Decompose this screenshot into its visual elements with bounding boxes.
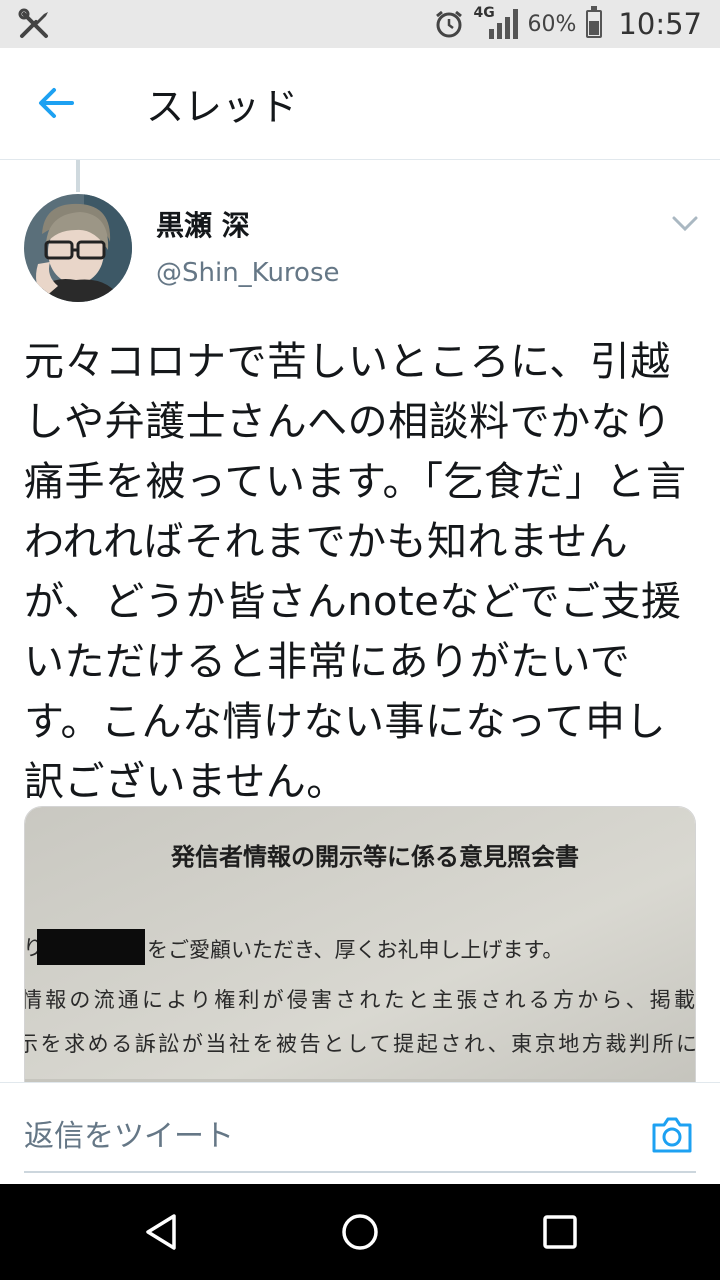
avatar[interactable] xyxy=(24,194,132,302)
tweet-media-image[interactable]: 発信者情報の開示等に係る意見照会書 り をご愛顧いただき、厚くお礼申し上げます。… xyxy=(24,806,696,1106)
home-circle-icon[interactable] xyxy=(340,1212,380,1252)
status-bar: 4G 60% 10:57 xyxy=(0,0,720,48)
doc-title: 発信者情報の開示等に係る意見照会書 xyxy=(170,842,579,871)
camera-icon[interactable] xyxy=(650,1113,694,1155)
reply-bar: 返信をツイート xyxy=(0,1082,720,1184)
chevron-down-icon[interactable] xyxy=(670,210,700,236)
alarm-icon xyxy=(435,10,462,38)
clock: 10:57 xyxy=(618,7,702,41)
battery-icon xyxy=(586,6,603,38)
battery-percent: 60% xyxy=(527,11,577,37)
doc-line-2: 情報の流通により権利が侵害されたと主張される方から、掲載 xyxy=(25,988,695,1012)
redaction-bar xyxy=(37,929,145,965)
author-handle[interactable]: @Shin_Kurose xyxy=(156,258,340,288)
signal-icon: 4G xyxy=(474,5,518,41)
back-triangle-icon[interactable] xyxy=(142,1212,182,1252)
avatar-image xyxy=(24,194,132,302)
app-header: スレッド xyxy=(0,48,720,160)
reply-underline xyxy=(24,1171,696,1173)
page-title: スレッド xyxy=(146,85,299,129)
doc-line-3: 示を求める訴訟が当社を被告として提起され、東京地方裁判所に xyxy=(25,1032,696,1056)
recents-square-icon[interactable] xyxy=(540,1212,580,1252)
arrow-left-icon[interactable] xyxy=(32,78,82,128)
tweet-text: 元々コロナで苦しいところに、引越しや弁護士さんへの相談料でかなり痛手を被っていま… xyxy=(24,339,687,805)
tools-icon xyxy=(18,8,48,38)
thread-connector xyxy=(76,160,80,192)
doc-line-1: をご愛顧いただき、厚くお礼申し上げます。 xyxy=(147,938,563,962)
author-name[interactable]: 黒瀬 深 xyxy=(156,204,250,244)
reply-input[interactable]: 返信をツイート xyxy=(24,1111,234,1155)
system-nav-bar xyxy=(0,1184,720,1280)
